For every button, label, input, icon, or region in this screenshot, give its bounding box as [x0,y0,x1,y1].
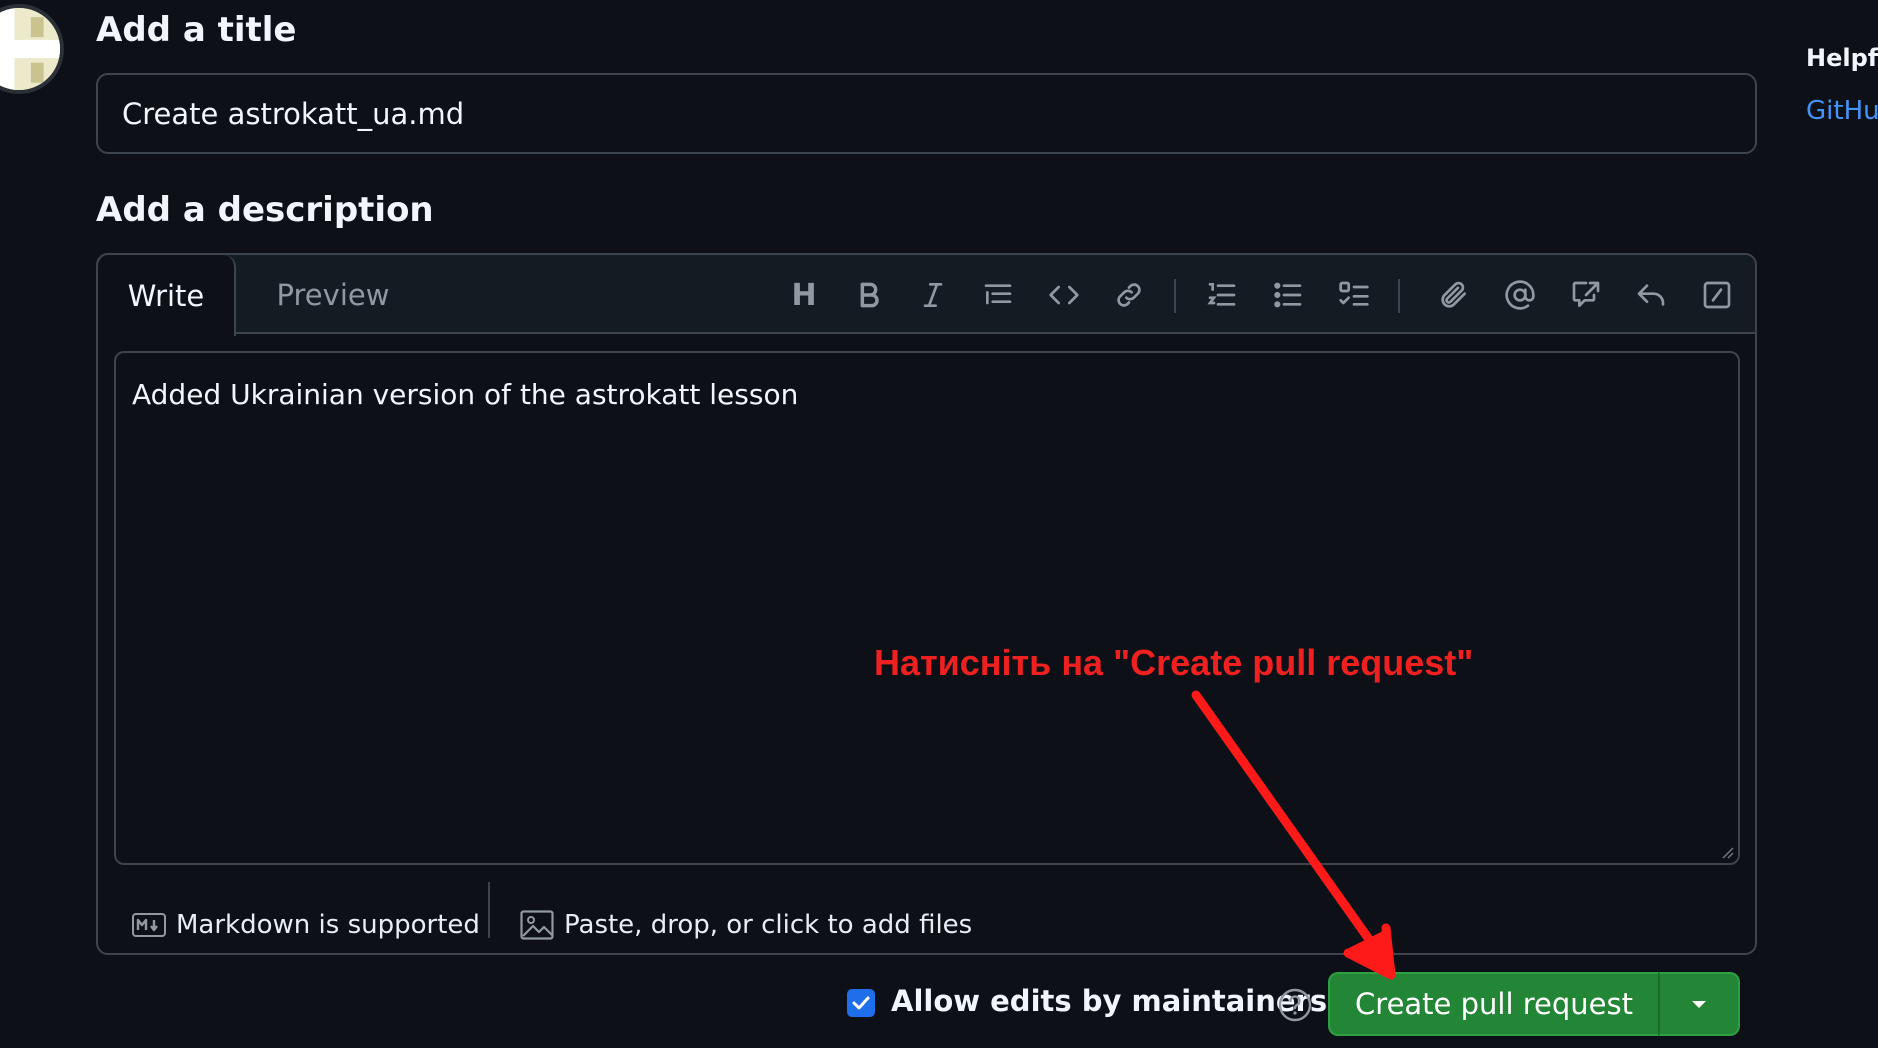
title-heading: Add a title [96,10,297,50]
sidebar-link[interactable]: GitHub [1806,96,1878,126]
footer-divider [488,882,490,938]
markdown-label: Markdown is supported [176,910,480,940]
help-icon[interactable] [1278,988,1312,1022]
numbered-list-icon[interactable] [1200,273,1244,317]
annotation-text: Натисніть на "Create pull request" [874,642,1474,683]
reply-icon[interactable] [1629,273,1673,317]
add-files-button[interactable]: Paste, drop, or click to add files [520,895,973,953]
tab-write[interactable]: Write [98,255,236,336]
heading-icon[interactable]: H [782,273,826,317]
sidebar-heading: Helpful [1806,44,1878,72]
italic-icon[interactable] [911,273,955,317]
title-input[interactable] [96,73,1757,154]
resize-handle[interactable] [1720,845,1734,859]
cross-reference-icon[interactable] [1564,273,1608,317]
slash-commands-icon[interactable] [1695,273,1739,317]
pull-request-form-page: Add a title Add a description Write Prev… [0,0,1878,1048]
tab-preview[interactable]: Preview [248,255,418,334]
toolbar-divider [1174,279,1176,313]
unordered-list-icon[interactable] [1266,273,1310,317]
code-icon[interactable] [1042,273,1086,317]
link-icon[interactable] [1107,273,1151,317]
task-list-icon[interactable] [1332,273,1376,317]
description-textarea[interactable]: Added Ukrainian version of the astrokatt… [114,351,1740,865]
attach-icon[interactable] [1432,273,1476,317]
allow-edits-label: Allow edits by maintainers [891,984,1328,1018]
add-files-label: Paste, drop, or click to add files [564,910,973,940]
mention-icon[interactable] [1498,273,1542,317]
editor-header: Write Preview H [98,255,1755,336]
bold-icon[interactable] [847,273,891,317]
avatar[interactable] [0,4,64,94]
create-pull-request-button[interactable]: Create pull request [1328,972,1658,1036]
description-editor: Write Preview H Added Ukrainian version … [96,253,1757,955]
quote-icon[interactable] [976,273,1020,317]
allow-edits-checkbox[interactable] [847,989,875,1017]
toolbar-divider [1398,279,1400,313]
markdown-support-note[interactable]: Markdown is supported [132,895,480,953]
triangle-down-icon [1692,1001,1706,1008]
description-text: Added Ukrainian version of the astrokatt… [132,378,799,411]
image-icon [520,910,554,940]
markdown-icon [132,913,166,937]
description-heading: Add a description [96,190,434,230]
checkmark-icon [852,996,870,1010]
create-options-dropdown[interactable] [1658,972,1740,1036]
